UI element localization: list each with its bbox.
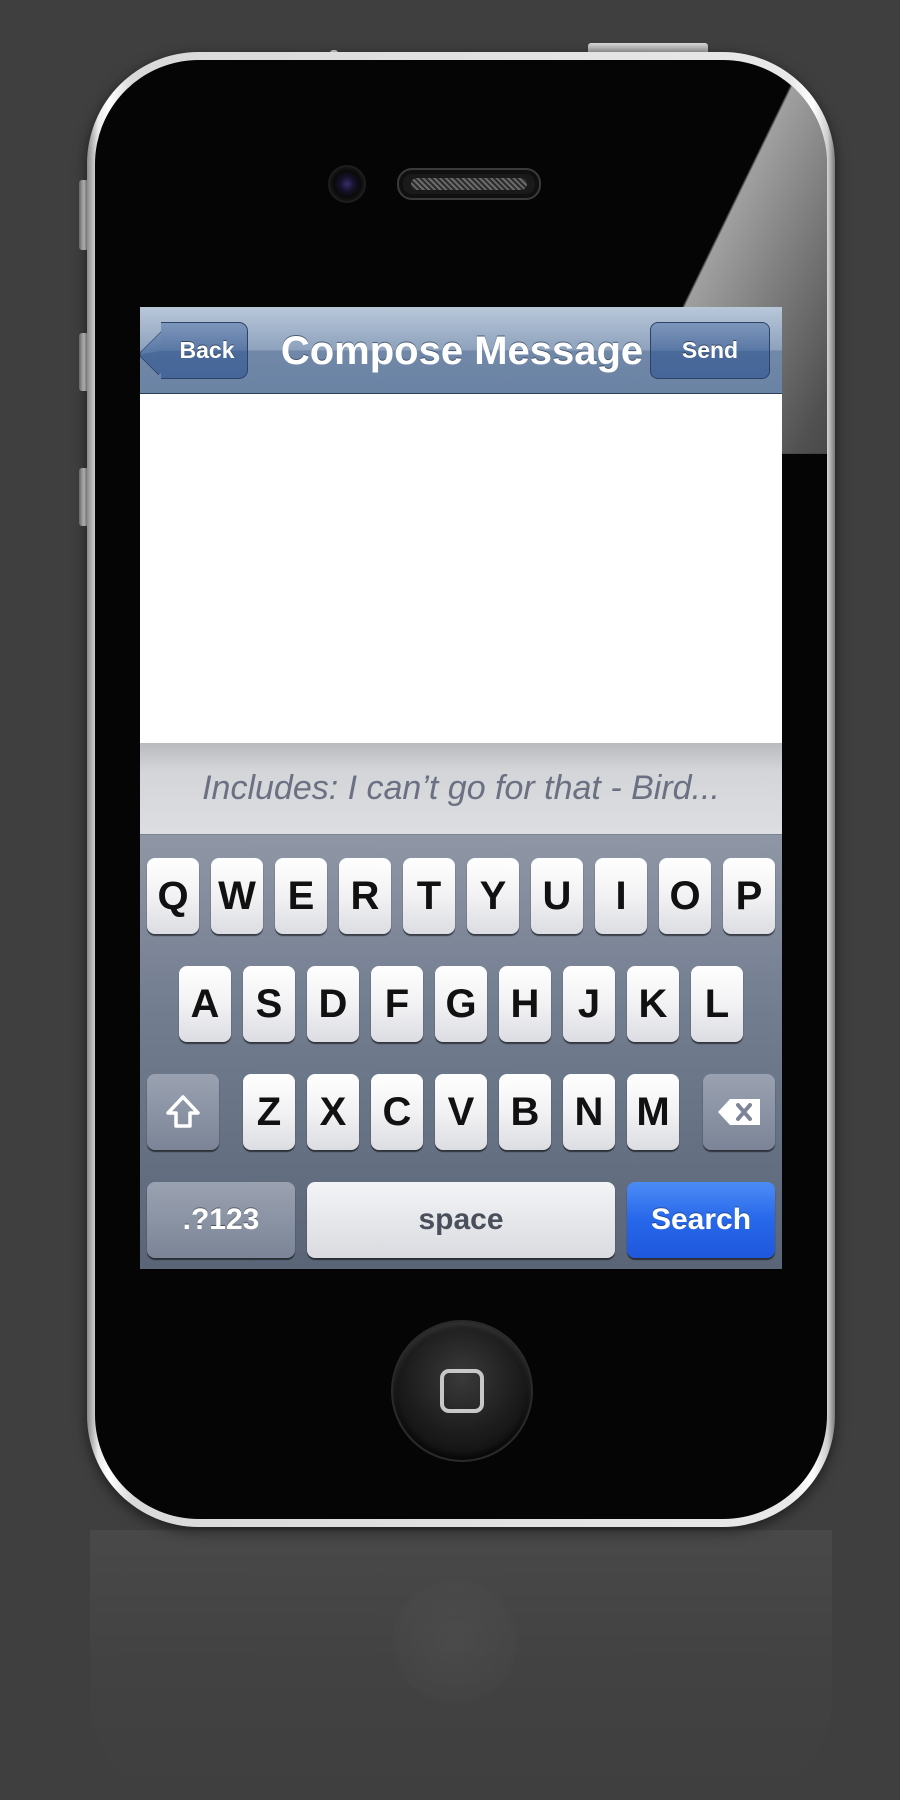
- navigation-bar: Back Compose Message Send: [140, 307, 782, 394]
- key-s[interactable]: S: [243, 966, 295, 1042]
- space-key[interactable]: space: [307, 1182, 615, 1258]
- key-u[interactable]: U: [531, 858, 583, 934]
- key-j[interactable]: J: [563, 966, 615, 1042]
- suggestion-bar[interactable]: Includes: I can’t go for that - Bird...: [140, 743, 782, 835]
- home-button-reflection: [393, 1580, 517, 1704]
- send-button[interactable]: Send: [650, 322, 770, 379]
- earpiece-speaker: [397, 168, 541, 200]
- front-camera: [328, 165, 366, 203]
- numbers-key[interactable]: .?123: [147, 1182, 295, 1258]
- key-c[interactable]: C: [371, 1074, 423, 1150]
- backspace-icon: [718, 1099, 760, 1125]
- shift-key[interactable]: [147, 1074, 219, 1150]
- key-h[interactable]: H: [499, 966, 551, 1042]
- key-f[interactable]: F: [371, 966, 423, 1042]
- key-v[interactable]: V: [435, 1074, 487, 1150]
- key-w[interactable]: W: [211, 858, 263, 934]
- key-b[interactable]: B: [499, 1074, 551, 1150]
- back-button[interactable]: Back: [161, 322, 248, 379]
- key-a[interactable]: A: [179, 966, 231, 1042]
- key-t[interactable]: T: [403, 858, 455, 934]
- key-e[interactable]: E: [275, 858, 327, 934]
- key-g[interactable]: G: [435, 966, 487, 1042]
- page-title: Compose Message: [280, 329, 644, 373]
- key-p[interactable]: P: [723, 858, 775, 934]
- delete-key[interactable]: [703, 1074, 775, 1150]
- suggestion-text: Includes: I can’t go for that - Bird...: [202, 769, 720, 807]
- home-button[interactable]: [391, 1320, 533, 1462]
- key-k[interactable]: K: [627, 966, 679, 1042]
- key-r[interactable]: R: [339, 858, 391, 934]
- keyboard: Q W E R T Y U I O P A S D F G H J K L Z …: [140, 835, 782, 1269]
- key-i[interactable]: I: [595, 858, 647, 934]
- search-key[interactable]: Search: [627, 1182, 775, 1258]
- key-o[interactable]: O: [659, 858, 711, 934]
- home-square-icon: [440, 1369, 484, 1413]
- screen: Back Compose Message Send Includes: I ca…: [140, 307, 782, 1269]
- key-q[interactable]: Q: [147, 858, 199, 934]
- key-z[interactable]: Z: [243, 1074, 295, 1150]
- shift-arrow-icon: [166, 1095, 200, 1128]
- key-n[interactable]: N: [563, 1074, 615, 1150]
- key-m[interactable]: M: [627, 1074, 679, 1150]
- back-button-label: Back: [179, 337, 235, 363]
- message-body-input[interactable]: [140, 394, 782, 743]
- key-x[interactable]: X: [307, 1074, 359, 1150]
- key-d[interactable]: D: [307, 966, 359, 1042]
- send-button-label: Send: [681, 337, 739, 363]
- key-l[interactable]: L: [691, 966, 743, 1042]
- key-y[interactable]: Y: [467, 858, 519, 934]
